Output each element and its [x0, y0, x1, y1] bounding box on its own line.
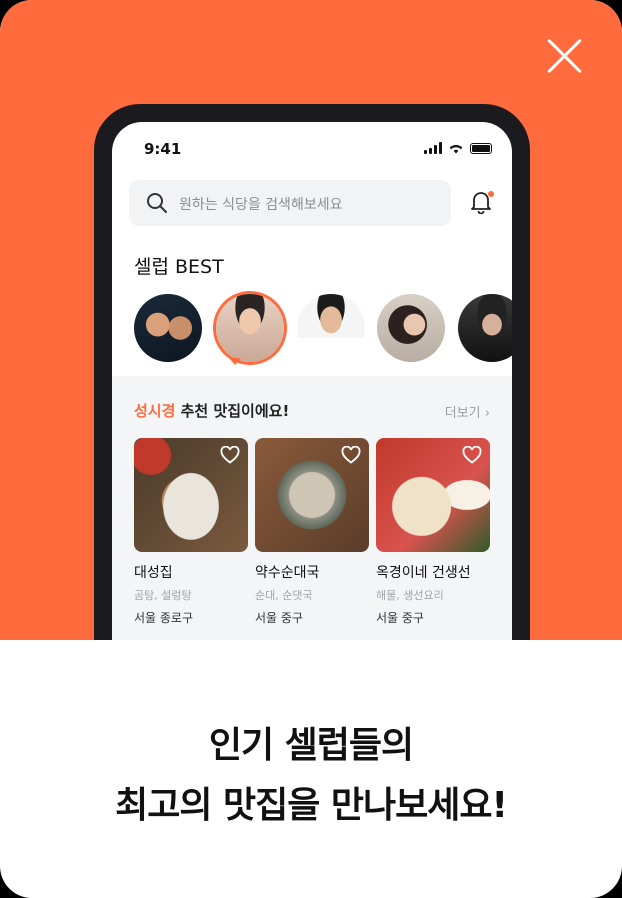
phone-mockup: 9:41 원하는 식당을 검색해보세요 셀럽 BEST 성시경 추천 맛집이에요… [94, 104, 530, 640]
restaurant-location: 서울 중구 [255, 611, 303, 625]
restaurant-name: 대성집 [134, 565, 173, 581]
restaurant-category: 순대, 순댓국 [255, 589, 313, 602]
recommend-section: 성시경 추천 맛집이에요! 더보기 › 대성집 곰탕, 설렁탕 서울 종로구 약… [112, 376, 512, 640]
chevron-right-icon: › [484, 406, 490, 421]
selected-indicator [229, 358, 241, 365]
restaurant-location: 서울 중구 [376, 611, 424, 625]
heart-icon[interactable] [341, 446, 361, 464]
notification-bell-icon[interactable] [470, 190, 494, 216]
restaurant-name: 옥경이네 건생선 [376, 565, 471, 581]
restaurant-location: 서울 종로구 [134, 611, 194, 625]
restaurant-name: 약수순대국 [255, 565, 320, 581]
status-time: 9:41 [144, 140, 182, 158]
celeb-avatar[interactable] [297, 294, 365, 362]
notification-dot [488, 191, 494, 197]
celeb-name: 성시경 [134, 402, 176, 420]
promo-card: 9:41 원하는 식당을 검색해보세요 셀럽 BEST 성시경 추천 맛집이에요… [0, 0, 622, 898]
more-link[interactable]: 더보기 › [445, 402, 490, 421]
phone-screen: 9:41 원하는 식당을 검색해보세요 셀럽 BEST 성시경 추천 맛집이에요… [112, 122, 512, 640]
search-icon [147, 193, 167, 213]
restaurant-photo [255, 438, 369, 552]
celeb-avatar[interactable] [134, 294, 202, 362]
celeb-avatar-row [132, 294, 512, 366]
recommend-title: 추천 맛집이에요! [175, 402, 290, 420]
status-bar: 9:41 [144, 140, 492, 160]
close-icon[interactable] [544, 36, 584, 76]
heart-icon[interactable] [220, 446, 240, 464]
wifi-icon [448, 142, 464, 154]
restaurant-card[interactable]: 약수순대국 순대, 순댓국 서울 중구 [255, 438, 369, 626]
restaurant-category: 곰탕, 설렁탕 [134, 589, 192, 602]
restaurant-card[interactable]: 대성집 곰탕, 설렁탕 서울 종로구 [134, 438, 248, 626]
heart-icon[interactable] [462, 446, 482, 464]
section-title: 셀럽 BEST [134, 256, 224, 278]
restaurant-category: 해물, 생선요리 [376, 589, 444, 602]
hero-banner: 9:41 원하는 식당을 검색해보세요 셀럽 BEST 성시경 추천 맛집이에요… [0, 0, 622, 640]
battery-icon [470, 142, 492, 154]
search-placeholder: 원하는 식당을 검색해보세요 [179, 197, 343, 213]
celeb-avatar-selected[interactable] [216, 294, 284, 362]
caption-line-1: 인기 셀럽들의 [208, 725, 414, 766]
celeb-avatar[interactable] [377, 294, 445, 362]
search-bar[interactable]: 원하는 식당을 검색해보세요 [129, 180, 451, 226]
signal-icon [424, 142, 442, 154]
restaurant-photo [134, 438, 248, 552]
caption-line-2: 최고의 맛집을 만나보세요! [115, 785, 508, 826]
celeb-avatar[interactable] [458, 294, 512, 362]
restaurant-photo [376, 438, 490, 552]
restaurant-card[interactable]: 옥경이네 건생선 해물, 생선요리 서울 중구 [376, 438, 490, 626]
